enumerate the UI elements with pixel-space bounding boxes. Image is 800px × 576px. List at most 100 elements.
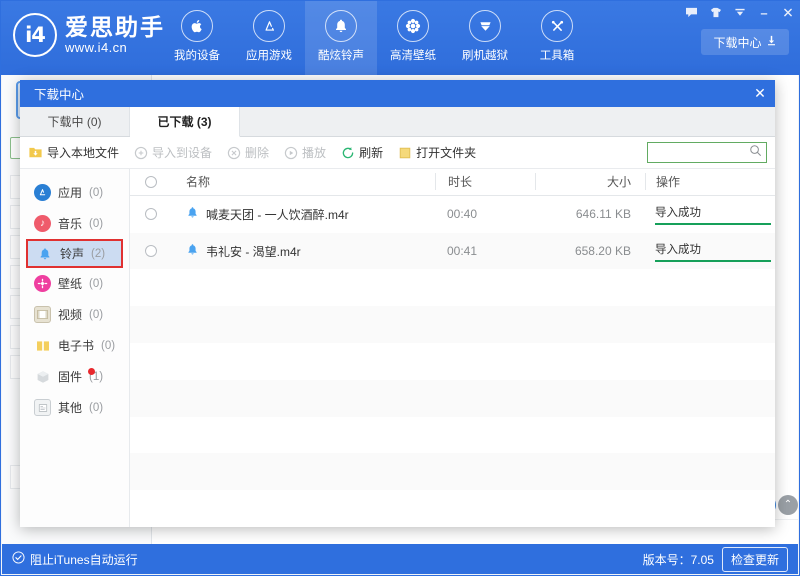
download-arrow-icon — [766, 35, 777, 49]
select-all-checkbox[interactable] — [145, 176, 157, 188]
dialog-search-box[interactable] — [647, 142, 767, 163]
toolbar-label: 打开文件夹 — [416, 144, 476, 161]
status-bar: 阻止iTunes自动运行 版本号：7.05 检查更新 — [2, 544, 798, 574]
toolbar-label: 导入到设备 — [152, 144, 212, 161]
sidebar-item-others[interactable]: 其他 (0) — [20, 392, 129, 423]
folder-icon — [397, 145, 412, 160]
row-name-cell: 韦礼安 - 渴望.m4r — [172, 243, 435, 260]
search-input[interactable] — [652, 147, 749, 159]
close-icon[interactable] — [780, 5, 795, 20]
skin-icon[interactable] — [708, 5, 723, 20]
sidebar-item-music[interactable]: ♪ 音乐 (0) — [20, 208, 129, 239]
app-header: i4 爱思助手 www.i4.cn 我的设备 应用游戏 — [1, 1, 800, 75]
nav-label: 高清壁纸 — [390, 47, 436, 63]
row-name-text: 韦礼安 - 渴望.m4r — [206, 243, 301, 260]
row-checkbox[interactable] — [145, 208, 157, 220]
nav-item-flash-jailbreak[interactable]: 刷机越狱 — [449, 1, 521, 75]
import-local-file-button[interactable]: 导入本地文件 — [28, 144, 119, 161]
column-header-size: 大小 — [535, 173, 645, 190]
delete-button: 删除 — [226, 144, 269, 161]
nav-label: 酷炫铃声 — [318, 47, 364, 63]
select-all-checkbox-cell — [130, 176, 172, 188]
sidebar-item-ringtones[interactable]: 铃声 (2) — [26, 239, 123, 268]
dialog-tabs: 下载中 (0) 已下载 (3) — [20, 107, 775, 137]
nav-item-wallpapers[interactable]: 高清壁纸 — [377, 1, 449, 75]
sidebar-count: (0) — [89, 187, 103, 199]
wallpaper-icon — [34, 275, 51, 292]
tab-downloading[interactable]: 下载中 (0) — [20, 107, 130, 136]
nav-item-toolbox[interactable]: 工具箱 — [521, 1, 593, 75]
column-header-operation: 操作 — [645, 173, 775, 190]
sidebar-label: 固件 — [58, 368, 82, 385]
import-device-icon — [133, 145, 148, 160]
menu-icon[interactable] — [732, 5, 747, 20]
play-icon — [283, 145, 298, 160]
sidebar-label: 铃声 — [60, 245, 84, 262]
sidebar-item-wallpapers[interactable]: 壁纸 (0) — [20, 268, 129, 299]
toolbar-label: 导入本地文件 — [47, 144, 119, 161]
sidebar-count: (0) — [89, 278, 103, 290]
toolbar-label: 播放 — [302, 144, 326, 161]
nav-label: 刷机越狱 — [462, 47, 508, 63]
bell-icon — [186, 243, 199, 259]
column-header-duration: 时长 — [435, 173, 535, 190]
search-icon[interactable] — [749, 144, 762, 162]
logo-title: 爱思助手 — [65, 15, 165, 39]
more-action-icon[interactable]: ⌃ — [778, 495, 798, 515]
import-to-device-button: 导入到设备 — [133, 144, 212, 161]
open-folder-button[interactable]: 打开文件夹 — [397, 144, 476, 161]
row-operation-status: 导入成功 — [655, 241, 775, 257]
row-name-cell: 喊麦天团 - 一人饮酒醉.m4r — [172, 206, 435, 223]
main-nav: 我的设备 应用游戏 酷炫铃声 — [161, 1, 593, 75]
bell-icon — [325, 10, 357, 42]
tab-downloaded[interactable]: 已下载 (3) — [130, 107, 240, 137]
nav-item-my-device[interactable]: 我的设备 — [161, 1, 233, 75]
sidebar-item-apps[interactable]: 应用 (0) — [20, 177, 129, 208]
dialog-title: 下载中心 — [34, 84, 84, 103]
firmware-icon — [34, 368, 51, 385]
sidebar-label: 音乐 — [58, 215, 82, 232]
nav-item-ringtones[interactable]: 酷炫铃声 — [305, 1, 377, 75]
sidebar-item-ebooks[interactable]: 电子书 (0) — [20, 330, 129, 361]
sidebar-item-videos[interactable]: 视频 (0) — [20, 299, 129, 330]
logo-text: 爱思助手 www.i4.cn — [65, 15, 165, 55]
sidebar-label: 视频 — [58, 306, 82, 323]
row-progress-bar — [655, 223, 771, 225]
apple-icon — [181, 10, 213, 42]
bell-icon — [186, 206, 199, 222]
dialog-body: 应用 (0) ♪ 音乐 (0) 铃声 (2) — [20, 169, 775, 527]
appstore-icon — [34, 184, 51, 201]
dialog-close-icon[interactable]: ✕ — [745, 80, 775, 107]
row-checkbox[interactable] — [145, 245, 157, 257]
sidebar-label: 其他 — [58, 399, 82, 416]
download-center-button[interactable]: 下载中心 — [701, 29, 789, 55]
other-icon — [34, 399, 51, 416]
video-icon — [34, 306, 51, 323]
toolbar-label: 删除 — [245, 144, 269, 161]
row-operation-cell: 导入成功 — [645, 241, 775, 262]
sidebar-count: (0) — [89, 218, 103, 230]
block-itunes-label: 阻止iTunes自动运行 — [30, 551, 138, 568]
column-header-name: 名称 — [172, 173, 435, 190]
table-row[interactable]: 喊麦天团 - 一人饮酒醉.m4r 00:40 646.11 KB 导入成功 — [130, 196, 775, 233]
check-update-button[interactable]: 检查更新 — [722, 547, 788, 572]
music-icon: ♪ — [34, 215, 51, 232]
sidebar-item-firmware[interactable]: 固件 (1) — [20, 361, 129, 392]
list-header: 名称 时长 大小 操作 — [130, 169, 775, 196]
flash-box-icon — [469, 10, 501, 42]
sidebar-count: (0) — [89, 402, 103, 414]
nav-item-apps-games[interactable]: 应用游戏 — [233, 1, 305, 75]
row-name-text: 喊麦天团 - 一人饮酒醉.m4r — [206, 206, 349, 223]
toolbar-label: 刷新 — [359, 144, 383, 161]
list-filler-row — [130, 453, 775, 490]
table-row[interactable]: 韦礼安 - 渴望.m4r 00:41 658.20 KB 导入成功 — [130, 233, 775, 270]
minimize-icon[interactable] — [756, 5, 771, 20]
refresh-button[interactable]: 刷新 — [340, 144, 383, 161]
flower-icon — [397, 10, 429, 42]
logo-url: www.i4.cn — [65, 41, 165, 55]
nav-label: 应用游戏 — [246, 47, 292, 63]
appstore-icon — [253, 10, 285, 42]
app-logo: i4 爱思助手 www.i4.cn — [13, 13, 165, 57]
block-itunes-toggle[interactable]: 阻止iTunes自动运行 — [12, 551, 138, 568]
feedback-icon[interactable] — [684, 5, 699, 20]
